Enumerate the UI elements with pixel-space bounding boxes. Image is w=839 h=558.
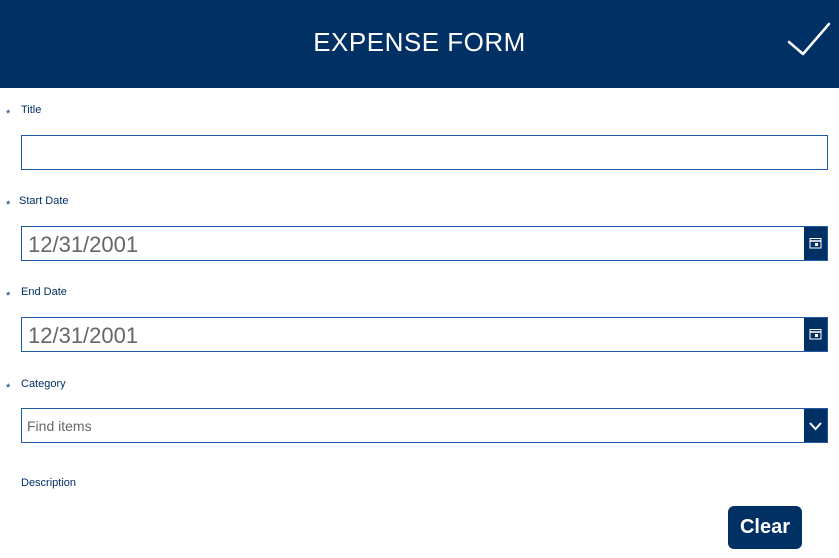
end-date-label: End Date	[21, 286, 67, 298]
start-date-picker-button[interactable]	[804, 227, 827, 260]
category-required-marker: *	[6, 382, 11, 394]
description-label: Description	[21, 477, 77, 489]
title-field[interactable]	[21, 135, 828, 170]
title-label: Title	[21, 104, 42, 116]
end-date-value[interactable]: 12/31/2001	[28, 323, 138, 349]
page-title: EXPENSE FORM	[313, 27, 526, 57]
start-date-required-marker: *	[6, 199, 11, 211]
start-date-label: Start Date	[19, 195, 69, 207]
category-combobox[interactable]: Find items	[21, 408, 828, 443]
header-bar: EXPENSE FORM	[0, 0, 839, 88]
category-label: Category	[21, 378, 66, 390]
end-date-picker-button[interactable]	[804, 318, 827, 351]
title-input[interactable]	[22, 136, 827, 169]
calendar-icon	[809, 238, 822, 249]
start-date-field[interactable]: 12/31/2001	[21, 226, 828, 261]
start-date-value[interactable]: 12/31/2001	[28, 232, 138, 258]
title-required-marker: *	[6, 108, 11, 120]
category-placeholder[interactable]: Find items	[27, 418, 92, 434]
category-dropdown-button[interactable]	[804, 409, 827, 442]
submit-check-icon[interactable]	[786, 20, 832, 60]
calendar-icon	[809, 329, 822, 340]
chevron-down-icon	[809, 422, 822, 431]
end-date-required-marker: *	[6, 290, 11, 302]
clear-button[interactable]: Clear	[728, 506, 802, 549]
end-date-field[interactable]: 12/31/2001	[21, 317, 828, 352]
